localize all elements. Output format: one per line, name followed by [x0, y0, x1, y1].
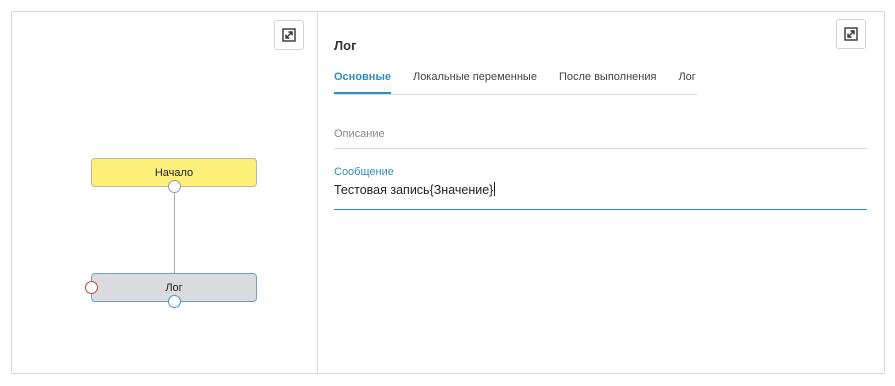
- log-node-output-port[interactable]: [168, 295, 181, 308]
- description-field[interactable]: Описание: [334, 124, 867, 149]
- message-label: Сообщение: [334, 166, 394, 178]
- editor-frame: Начало Лог Лог Основные Локальные переме…: [11, 11, 885, 374]
- message-input-value[interactable]: Тестовая запись{Значение}: [334, 182, 867, 197]
- panel-tabs: Основные Локальные переменные После выпо…: [334, 70, 698, 95]
- expand-icon: [282, 28, 296, 42]
- log-node-label: Лог: [165, 281, 183, 294]
- panel-title: Лог: [334, 38, 357, 53]
- text-caret: [494, 182, 496, 196]
- tab-basic[interactable]: Основные: [334, 70, 391, 94]
- message-text: Тестовая запись{Значение}: [334, 183, 494, 197]
- connector-line: [174, 192, 175, 273]
- expand-icon: [844, 27, 858, 41]
- tab-after-execution[interactable]: После выполнения: [559, 70, 657, 94]
- diagram-expand-button[interactable]: [274, 20, 304, 50]
- start-node-label: Начало: [154, 166, 194, 179]
- tab-log[interactable]: Лог: [678, 70, 695, 94]
- tab-local-variables[interactable]: Локальные переменные: [413, 70, 537, 94]
- properties-panel: Лог Основные Локальные переменные После …: [318, 12, 884, 373]
- diagram-canvas[interactable]: Начало Лог: [12, 12, 318, 373]
- start-node-output-port[interactable]: [168, 180, 181, 193]
- message-field[interactable]: Сообщение Тестовая запись{Значение}: [334, 166, 867, 210]
- log-node-error-port[interactable]: [85, 281, 98, 294]
- description-placeholder: Описание: [334, 128, 385, 140]
- panel-expand-button[interactable]: [836, 19, 866, 49]
